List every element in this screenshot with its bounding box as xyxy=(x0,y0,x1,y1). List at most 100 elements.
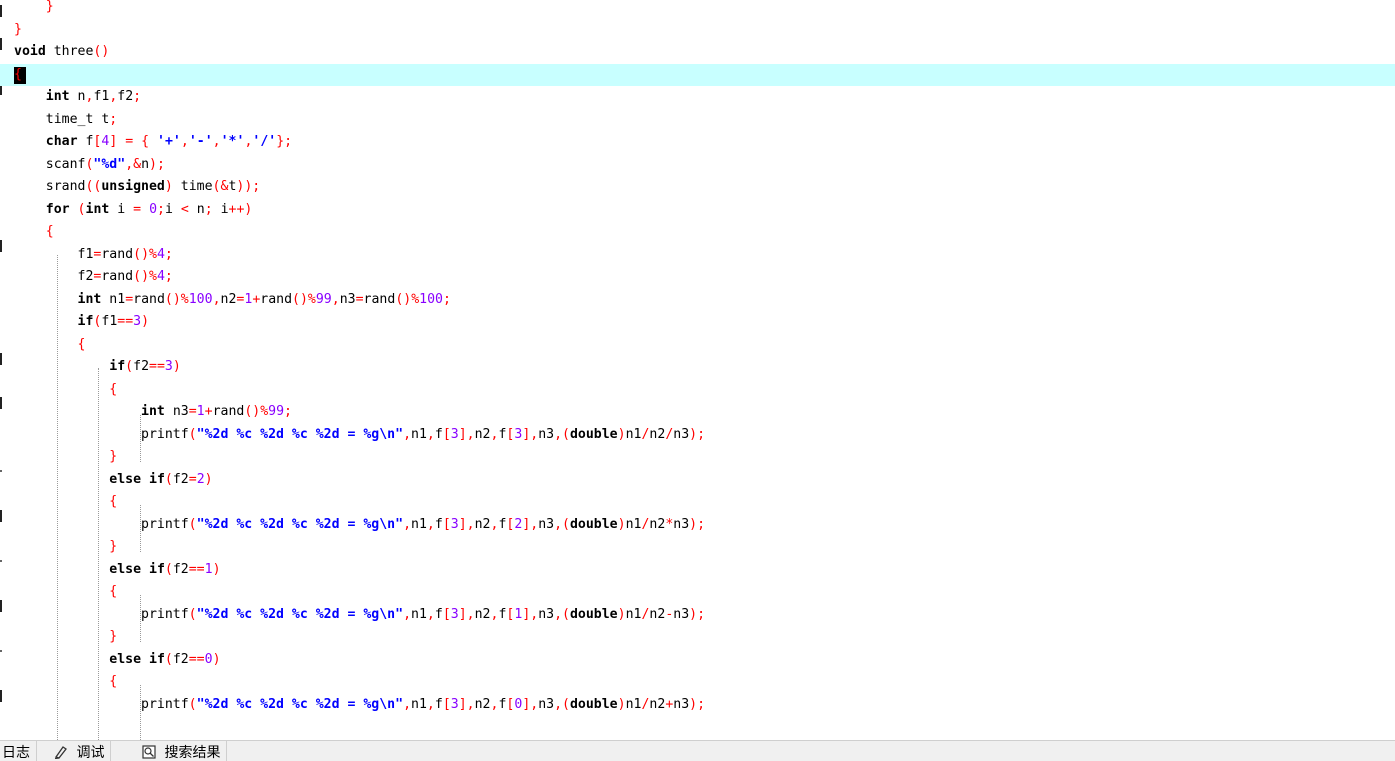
code-token: f xyxy=(434,606,443,622)
code-token: ) xyxy=(172,359,181,374)
code-token: i xyxy=(109,201,134,217)
code-token: double xyxy=(569,426,618,442)
code-line[interactable]: else if(f2==1) xyxy=(0,559,1395,582)
code-line-text: { xyxy=(14,334,86,357)
code-line[interactable]: printf("%2d %c %2d %c %2d = %g\n",n1,f[3… xyxy=(0,514,1395,537)
indent-guide xyxy=(57,255,58,740)
code-line[interactable]: { xyxy=(0,379,1395,402)
code-token: n2 xyxy=(474,696,491,712)
code-token: == xyxy=(149,359,165,374)
code-token: = xyxy=(188,471,197,487)
code-token: ()% xyxy=(244,404,269,419)
code-line[interactable]: char f[4] = { '+','-','*','/'}; xyxy=(0,131,1395,154)
code-line[interactable]: { xyxy=(0,581,1395,604)
code-token: } xyxy=(109,449,118,464)
tab-search-results[interactable]: 搜索结果 xyxy=(136,741,228,761)
code-line[interactable]: if(f1==3) xyxy=(0,311,1395,334)
code-token: n3 xyxy=(538,426,555,442)
code-line[interactable]: else if(f2==0) xyxy=(0,649,1395,672)
code-line[interactable]: time_t t; xyxy=(0,109,1395,132)
code-line[interactable]: { xyxy=(0,491,1395,514)
code-token: "%2d %c %2d %c %2d = %g\n" xyxy=(196,606,404,622)
code-line[interactable]: srand((unsigned) time(&t)); xyxy=(0,176,1395,199)
code-line[interactable]: printf("%2d %c %2d %c %2d = %g\n",n1,f[3… xyxy=(0,694,1395,717)
code-token: ( xyxy=(164,471,173,487)
code-token: , xyxy=(426,606,435,622)
code-token: if xyxy=(149,651,165,667)
code-token: , xyxy=(212,291,221,307)
code-line[interactable]: int n1=rand()%100,n2=1+rand()%99,n3=rand… xyxy=(0,289,1395,312)
code-line[interactable]: if(f2==3) xyxy=(0,356,1395,379)
code-token: n1 xyxy=(411,516,427,532)
code-line[interactable]: else if(f2=2) xyxy=(0,469,1395,492)
code-token: int xyxy=(85,201,110,217)
code-line[interactable]: { xyxy=(0,334,1395,357)
code-line-text: void three() xyxy=(14,41,109,64)
code-token: srand xyxy=(14,179,86,194)
code-line[interactable]: void three() xyxy=(0,41,1395,64)
code-token: n2 xyxy=(474,606,491,622)
code-line-text: for (int i = 0;i < n; i++) xyxy=(14,199,253,222)
code-line[interactable]: { xyxy=(0,221,1395,244)
code-token: n2 xyxy=(649,426,666,442)
code-token: "%d" xyxy=(93,156,126,172)
code-token: < xyxy=(180,201,189,217)
code-token: ); xyxy=(689,426,706,442)
code-token: ()% xyxy=(292,291,316,307)
code-token: ) xyxy=(204,471,213,487)
code-line[interactable]: } xyxy=(0,19,1395,42)
code-token: n1 xyxy=(411,606,427,622)
code-token: , xyxy=(403,696,412,712)
code-line-text: int n3=1+rand()%99; xyxy=(14,401,292,424)
code-token: f2 xyxy=(172,561,189,577)
code-line[interactable]: int n,f1,f2; xyxy=(0,86,1395,109)
code-token: n3 xyxy=(339,291,356,307)
code-line[interactable]: f1=rand()%4; xyxy=(0,244,1395,267)
code-token: ; xyxy=(164,269,173,284)
code-line[interactable]: scanf("%d",&n); xyxy=(0,154,1395,177)
code-line[interactable]: f2=rand()%4; xyxy=(0,266,1395,289)
code-editor[interactable]: }} void three(){ int n,f1,f2; time_t t; c… xyxy=(0,0,1395,740)
code-line-text: int n,f1,f2; xyxy=(14,86,141,109)
code-line-text: { xyxy=(14,581,117,604)
code-token: i xyxy=(164,201,181,217)
code-line[interactable]: { xyxy=(0,671,1395,694)
code-token: rand xyxy=(133,291,165,307)
code-line[interactable]: } xyxy=(0,0,1395,19)
code-token: ; xyxy=(284,404,292,419)
code-token: rand xyxy=(212,404,245,419)
code-line[interactable]: } xyxy=(0,536,1395,559)
code-line[interactable]: } xyxy=(0,446,1395,469)
code-line[interactable]: printf("%2d %c %2d %c %2d = %g\n",n1,f[3… xyxy=(0,604,1395,627)
code-token: f1 xyxy=(93,89,110,104)
code-token: 3 xyxy=(133,314,142,329)
code-line[interactable]: for (int i = 0;i < n; i++) xyxy=(0,199,1395,222)
code-line-text: { xyxy=(14,64,22,87)
code-line-text: scanf("%d",&n); xyxy=(14,154,165,177)
code-token: 99 xyxy=(268,404,285,419)
code-line-text: { xyxy=(14,671,117,694)
tab-log[interactable]: 日志 xyxy=(0,741,37,761)
code-token: ) xyxy=(141,314,150,329)
code-token: if xyxy=(77,314,94,329)
code-line[interactable]: int n3=1+rand()%99; xyxy=(0,401,1395,424)
tab-debug-label: 调试 xyxy=(76,745,105,761)
tab-debug[interactable]: 调试 xyxy=(48,741,112,761)
code-line-current[interactable]: { xyxy=(0,63,1395,87)
code-token: time xyxy=(172,179,213,194)
code-line[interactable]: printf("%2d %c %2d %c %2d = %g\n",n1,f[3… xyxy=(0,424,1395,447)
code-token: ; xyxy=(164,246,173,262)
code-token: ; xyxy=(157,201,165,217)
code-token: } xyxy=(109,629,118,644)
code-token: n3 xyxy=(673,696,690,712)
code-line[interactable]: } xyxy=(0,626,1395,649)
